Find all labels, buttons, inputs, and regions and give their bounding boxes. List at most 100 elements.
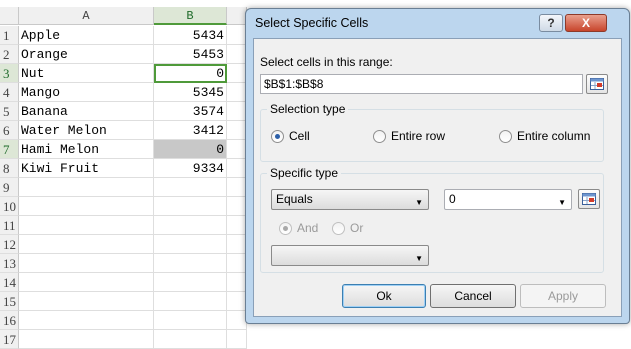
cell-a[interactable]: Kiwi Fruit [19, 159, 154, 178]
cell-c[interactable] [227, 197, 247, 216]
radio-and-indicator [279, 221, 292, 235]
cell-c[interactable] [227, 45, 247, 64]
cell-a[interactable]: Orange [19, 45, 154, 64]
radio-or[interactable]: Or [332, 221, 363, 235]
chevron-down-icon: ▼ [558, 198, 566, 207]
range-picker-button[interactable] [586, 74, 608, 94]
cell-b[interactable]: 5345 [154, 83, 227, 102]
cell-c[interactable] [227, 121, 247, 140]
range-label: Select cells in this range: [260, 55, 393, 69]
cell-a[interactable]: Nut [19, 64, 154, 83]
cell-c[interactable] [227, 235, 247, 254]
row-header[interactable]: 13 [0, 254, 19, 273]
value-picker-button[interactable] [578, 189, 600, 209]
cell-c[interactable] [227, 140, 247, 159]
cell-b[interactable] [154, 254, 227, 273]
radio-entire-row-label: Entire row [391, 129, 446, 143]
row-header[interactable]: 9 [0, 178, 19, 197]
cancel-button[interactable]: Cancel [430, 284, 516, 308]
row-header[interactable]: 2 [0, 45, 19, 64]
radio-cell[interactable]: Cell [271, 129, 310, 143]
cell-b[interactable]: 3574 [154, 102, 227, 121]
cell-a[interactable] [19, 273, 154, 292]
value-input[interactable]: 0 ▼ [444, 189, 572, 210]
cell-b[interactable]: 3412 [154, 121, 227, 140]
cell-a[interactable]: Banana [19, 102, 154, 121]
radio-cell-label: Cell [289, 129, 310, 143]
row-header[interactable]: 16 [0, 311, 19, 330]
cell-a[interactable] [19, 216, 154, 235]
cell-c[interactable] [227, 254, 247, 273]
cell-b[interactable] [154, 197, 227, 216]
cell-c[interactable] [227, 330, 247, 349]
help-button[interactable]: ? [539, 14, 563, 32]
row-header[interactable]: 3 [0, 64, 19, 83]
second-operator-dropdown[interactable]: ▼ [271, 245, 429, 266]
cell-a[interactable] [19, 235, 154, 254]
column-header-b[interactable]: B [154, 7, 227, 25]
cell-a[interactable]: Apple [19, 26, 154, 45]
cell-c[interactable] [227, 292, 247, 311]
row-header[interactable]: 11 [0, 216, 19, 235]
cell-b[interactable] [154, 292, 227, 311]
cell-c[interactable] [227, 178, 247, 197]
range-select-icon [582, 193, 596, 205]
cell-a[interactable] [19, 292, 154, 311]
cell-c[interactable] [227, 83, 247, 102]
cell-c[interactable] [227, 216, 247, 235]
row-header[interactable]: 12 [0, 235, 19, 254]
cell-c[interactable] [227, 102, 247, 121]
radio-entire-column[interactable]: Entire column [499, 129, 590, 143]
radio-and[interactable]: And [279, 221, 318, 235]
row-header[interactable]: 14 [0, 273, 19, 292]
cell-b[interactable] [154, 273, 227, 292]
cell-a[interactable]: Hami Melon [19, 140, 154, 159]
row-header[interactable]: 7 [0, 140, 19, 159]
cell-b[interactable] [154, 178, 227, 197]
cell-a[interactable] [19, 330, 154, 349]
column-header-c[interactable] [227, 7, 247, 25]
row-header[interactable]: 5 [0, 102, 19, 121]
cell-c[interactable] [227, 64, 247, 83]
ok-button[interactable]: Ok [342, 284, 426, 308]
radio-or-label: Or [350, 221, 364, 235]
cell-c[interactable] [227, 159, 247, 178]
operator-dropdown[interactable]: Equals ▼ [271, 189, 429, 210]
cell-b[interactable]: 5434 [154, 26, 227, 45]
row-header[interactable]: 10 [0, 197, 19, 216]
select-all-corner[interactable] [0, 7, 19, 25]
radio-entire-row-indicator [373, 129, 386, 143]
chevron-down-icon: ▼ [415, 254, 423, 263]
cell-a[interactable]: Water Melon [19, 121, 154, 140]
apply-button[interactable]: Apply [520, 284, 606, 308]
cell-b[interactable]: 5453 [154, 45, 227, 64]
row-header[interactable]: 8 [0, 159, 19, 178]
cell-b[interactable] [154, 235, 227, 254]
cell-a[interactable] [19, 178, 154, 197]
radio-entire-row[interactable]: Entire row [373, 129, 445, 143]
cell-a[interactable]: Mango [19, 83, 154, 102]
row-header[interactable]: 15 [0, 292, 19, 311]
cell-b[interactable] [154, 330, 227, 349]
row-header[interactable]: 6 [0, 121, 19, 140]
cell-a[interactable] [19, 197, 154, 216]
cell-c[interactable] [227, 273, 247, 292]
dialog-title-bar[interactable]: Select Specific Cells ? X [246, 9, 629, 37]
close-button[interactable]: X [565, 14, 607, 32]
cell-b[interactable]: 0 [154, 64, 227, 83]
row-header[interactable]: 1 [0, 26, 19, 45]
radio-entire-column-label: Entire column [517, 129, 591, 143]
cell-a[interactable] [19, 311, 154, 330]
cell-b[interactable] [154, 216, 227, 235]
column-header-a[interactable]: A [19, 7, 154, 25]
cell-b[interactable]: 9334 [154, 159, 227, 178]
cell-a[interactable] [19, 254, 154, 273]
cell-b[interactable]: 0 [154, 140, 227, 159]
cell-b[interactable] [154, 311, 227, 330]
row-header[interactable]: 17 [0, 330, 19, 349]
row-header[interactable]: 4 [0, 83, 19, 102]
dialog-body: Select cells in this range: $B$1:$B$8 Se… [253, 38, 622, 317]
cell-c[interactable] [227, 26, 247, 45]
range-input[interactable]: $B$1:$B$8 [260, 74, 583, 94]
cell-c[interactable] [227, 311, 247, 330]
